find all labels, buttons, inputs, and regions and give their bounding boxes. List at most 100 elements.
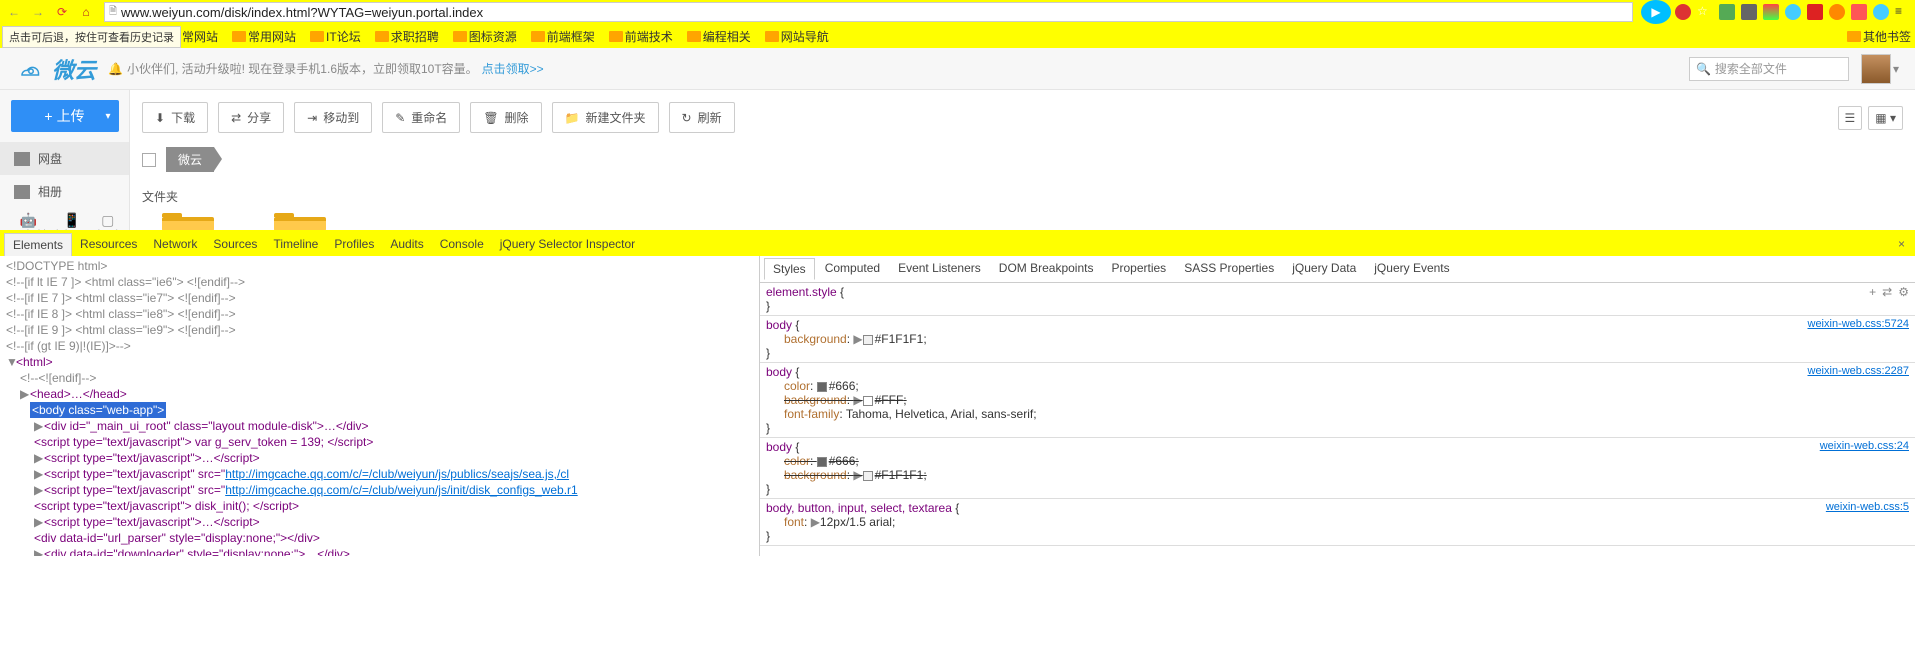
styles-tab-jquery-events[interactable]: jQuery Events bbox=[1366, 258, 1457, 280]
source-link[interactable]: weixin-web.css:2287 bbox=[1808, 365, 1910, 377]
ext-icon-5[interactable] bbox=[1763, 4, 1779, 20]
other-bookmarks[interactable]: 其他书签 bbox=[1847, 28, 1911, 45]
devtools-tab-audits[interactable]: Audits bbox=[382, 233, 431, 256]
folder-item[interactable] bbox=[274, 217, 326, 230]
bookmark-folder[interactable]: 编程相关 bbox=[687, 28, 751, 45]
css-rule[interactable]: weixin-web.css:5724body {background: ▶#F… bbox=[760, 316, 1915, 363]
styles-tab-styles[interactable]: Styles bbox=[764, 258, 815, 280]
refresh-button[interactable]: ↻刷新 bbox=[669, 102, 735, 133]
star-icon[interactable]: ☆ bbox=[1697, 4, 1713, 20]
notice-bar: 🔔 小伙伴们, 活动升级啦! 现在登录手机1.6版本，立即领取10T容量。 点击… bbox=[108, 60, 544, 77]
source-link[interactable]: weixin-web.css:5 bbox=[1826, 501, 1909, 513]
device-links: 🤖Android 📱iPhone ▢iPad bbox=[0, 208, 129, 230]
selected-element[interactable]: <body class="web-app"> bbox=[30, 402, 166, 418]
ipad-link[interactable]: ▢iPad bbox=[98, 212, 118, 230]
evernote-icon[interactable] bbox=[1719, 4, 1735, 20]
grid-view-button[interactable]: ▦ ▾ bbox=[1868, 106, 1903, 130]
ext-icon-7[interactable] bbox=[1807, 4, 1823, 20]
breadcrumb: 微云 bbox=[142, 147, 1903, 172]
ext-icon-10[interactable] bbox=[1873, 4, 1889, 20]
moveto-button[interactable]: ⇥移动到 bbox=[294, 102, 372, 133]
styles-tab-computed[interactable]: Computed bbox=[817, 258, 888, 280]
chevron-down-icon[interactable]: ▾ bbox=[105, 111, 110, 122]
sidebar-item-album[interactable]: 相册 bbox=[0, 175, 129, 208]
sidebar-item-disk[interactable]: 网盘 bbox=[0, 142, 129, 175]
reload-button[interactable]: ⟳ bbox=[52, 2, 72, 22]
bookmark-folder[interactable]: IT论坛 bbox=[310, 28, 361, 45]
css-rule[interactable]: weixin-web.css:2287body {color: #666;bac… bbox=[760, 363, 1915, 438]
devtools-tab-elements[interactable]: Elements bbox=[4, 233, 72, 256]
ext-icon-8[interactable] bbox=[1829, 4, 1845, 20]
bookmark-folder[interactable]: 常用网站 bbox=[232, 28, 296, 45]
android-link[interactable]: 🤖Android bbox=[11, 212, 45, 230]
toggle-state-icon[interactable]: ⇄ bbox=[1882, 285, 1892, 299]
bookmark-folder[interactable]: 前端框架 bbox=[531, 28, 595, 45]
sidebar-item-label: 网盘 bbox=[38, 150, 62, 167]
bookmark-folder[interactable]: 求职招聘 bbox=[375, 28, 439, 45]
page-icon: 🗎 bbox=[109, 4, 117, 21]
ext-icon-6[interactable] bbox=[1785, 4, 1801, 20]
extension-icons: ☆ ≡ bbox=[1675, 4, 1911, 20]
back-button[interactable]: ← bbox=[4, 2, 24, 22]
css-rule[interactable]: +⇄⚙element.style {} bbox=[760, 283, 1915, 316]
devtools-close-button[interactable]: × bbox=[1892, 237, 1911, 251]
bookmark-folder[interactable]: 图标资源 bbox=[453, 28, 517, 45]
devtools-tab-console[interactable]: Console bbox=[432, 233, 492, 256]
sidebar: + 上传 ▾ 网盘 相册 🤖Android 📱iPhone ▢iPad bbox=[0, 90, 130, 230]
styles-tab-event-listeners[interactable]: Event Listeners bbox=[890, 258, 989, 280]
download-button[interactable]: ⬇下载 bbox=[142, 102, 208, 133]
devtools-tab-jquery-selector-inspector[interactable]: jQuery Selector Inspector bbox=[492, 233, 643, 256]
gear-icon[interactable]: ⚙ bbox=[1898, 285, 1909, 299]
app-header: 微云 🔔 小伙伴们, 活动升级啦! 现在登录手机1.6版本，立即领取10T容量。… bbox=[0, 48, 1915, 90]
devtools-tab-network[interactable]: Network bbox=[145, 233, 205, 256]
add-rule-icon[interactable]: + bbox=[1869, 285, 1876, 299]
notice-link[interactable]: 点击领取>> bbox=[482, 60, 544, 77]
styles-tab-properties[interactable]: Properties bbox=[1103, 258, 1174, 280]
folder-icon bbox=[375, 31, 389, 42]
devtools-tab-sources[interactable]: Sources bbox=[205, 233, 265, 256]
phone-icon: 📱 bbox=[56, 212, 87, 229]
avatar-dropdown-icon[interactable]: ▾ bbox=[1893, 62, 1899, 76]
delete-button[interactable]: 🗑删除 bbox=[470, 102, 541, 133]
content-area: ⬇下载 ⇄分享 ⇥移动到 ✎重命名 🗑删除 📁新建文件夹 ↻刷新 ☰ ▦ ▾ 微… bbox=[130, 90, 1915, 230]
styles-tab-jquery-data[interactable]: jQuery Data bbox=[1284, 258, 1364, 280]
list-view-button[interactable]: ☰ bbox=[1838, 106, 1863, 130]
devtools-tab-resources[interactable]: Resources bbox=[72, 233, 145, 256]
source-link[interactable]: weixin-web.css:5724 bbox=[1808, 318, 1910, 330]
avatar[interactable] bbox=[1861, 54, 1891, 84]
adblock-icon[interactable] bbox=[1675, 4, 1691, 20]
styles-tab-dom-breakpoints[interactable]: DOM Breakpoints bbox=[991, 258, 1102, 280]
home-button[interactable]: ⌂ bbox=[76, 2, 96, 22]
ext-icon-9[interactable] bbox=[1851, 4, 1867, 20]
bookmark-folder[interactable]: 前端技术 bbox=[609, 28, 673, 45]
play-button[interactable]: ▶ bbox=[1641, 0, 1671, 24]
css-rule[interactable]: weixin-web.css:24body {color: #666;backg… bbox=[760, 438, 1915, 499]
album-icon bbox=[14, 185, 30, 199]
folder-item[interactable] bbox=[162, 217, 214, 230]
ext-icon-4[interactable] bbox=[1741, 4, 1757, 20]
share-button[interactable]: ⇄分享 bbox=[218, 102, 284, 133]
styles-tab-sass-properties[interactable]: SASS Properties bbox=[1176, 258, 1282, 280]
move-icon: ⇥ bbox=[307, 111, 317, 125]
plus-icon: + bbox=[44, 108, 52, 124]
css-rule[interactable]: weixin-web.css:5body, button, input, sel… bbox=[760, 499, 1915, 546]
upload-button[interactable]: + 上传 ▾ bbox=[11, 100, 119, 132]
breadcrumb-root[interactable]: 微云 bbox=[166, 147, 214, 172]
rename-button[interactable]: ✎重命名 bbox=[382, 102, 460, 133]
address-bar[interactable]: 🗎 www.weiyun.com/disk/index.html?WYTAG=w… bbox=[104, 2, 1633, 22]
search-input[interactable]: 🔍 搜索全部文件 bbox=[1689, 57, 1849, 81]
styles-panel[interactable]: StylesComputedEvent ListenersDOM Breakpo… bbox=[760, 256, 1915, 556]
browser-nav-bar: ← → ⟳ ⌂ 🗎 www.weiyun.com/disk/index.html… bbox=[0, 0, 1915, 24]
select-all-checkbox[interactable] bbox=[142, 153, 156, 167]
menu-icon[interactable]: ≡ bbox=[1895, 4, 1911, 20]
source-link[interactable]: weixin-web.css:24 bbox=[1820, 440, 1909, 452]
weiyun-logo[interactable]: 微云 bbox=[16, 53, 96, 85]
newfolder-button[interactable]: 📁新建文件夹 bbox=[552, 102, 659, 133]
devtools-tab-timeline[interactable]: Timeline bbox=[265, 233, 326, 256]
iphone-link[interactable]: 📱iPhone bbox=[56, 212, 87, 230]
elements-panel[interactable]: <!DOCTYPE html> <!--[if lt IE 7 ]> <html… bbox=[0, 256, 760, 556]
devtools-tab-profiles[interactable]: Profiles bbox=[326, 233, 382, 256]
forward-button[interactable]: → bbox=[28, 2, 48, 22]
other-bookmarks-label: 其他书签 bbox=[1863, 28, 1911, 45]
bookmark-folder[interactable]: 网站导航 bbox=[765, 28, 829, 45]
